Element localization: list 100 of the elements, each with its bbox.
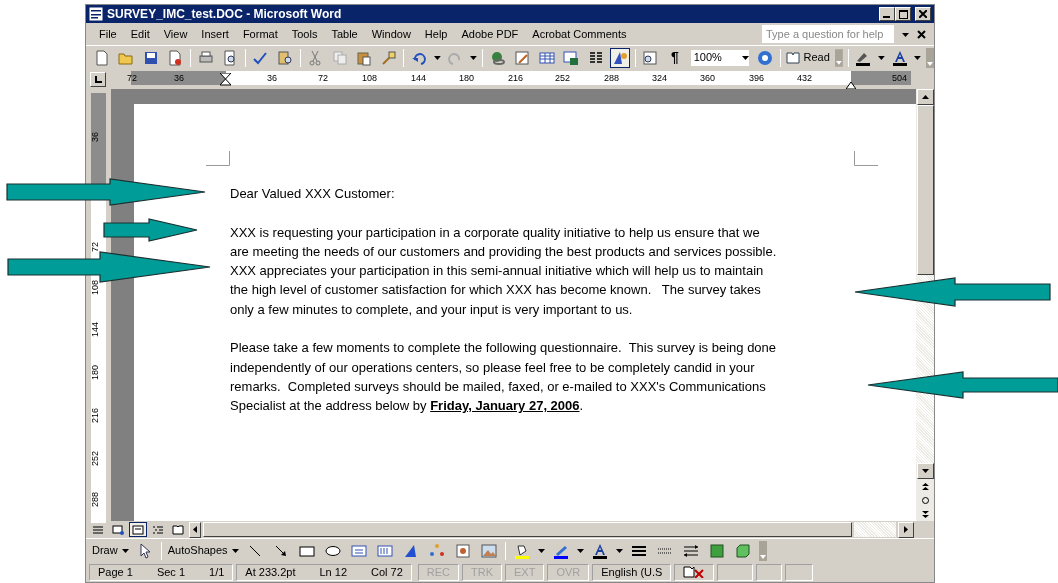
read-button[interactable]: Read	[785, 49, 830, 66]
format-painter-icon[interactable]	[380, 49, 397, 66]
caret-icon[interactable]	[615, 548, 623, 553]
scroll-track[interactable]	[854, 522, 896, 537]
close-icon[interactable]	[917, 29, 926, 39]
print-preview-icon[interactable]	[222, 49, 238, 66]
ruler-number: 396	[749, 72, 765, 85]
caret-icon[interactable]	[914, 55, 922, 60]
menu-item[interactable]: File	[92, 25, 124, 43]
spreadsheet-icon[interactable]	[563, 49, 580, 66]
status-text: Sec 1	[156, 564, 185, 580]
vertical-text-box-icon[interactable]	[376, 542, 393, 559]
ruler-number: 72	[127, 72, 137, 85]
maximize-button[interactable]	[895, 7, 911, 21]
up-arrow-icon	[921, 95, 929, 99]
book-icon	[785, 51, 800, 64]
shadow-style-icon[interactable]	[708, 542, 725, 559]
crop-mark	[206, 151, 230, 166]
ruler-number: 180	[459, 72, 475, 85]
spelling-error-icon	[683, 566, 706, 578]
research-icon[interactable]	[276, 49, 293, 66]
menu-item[interactable]: Table	[324, 25, 365, 43]
ruler-number: 504	[892, 72, 908, 85]
save-icon[interactable]	[142, 49, 159, 66]
menu-item[interactable]: Insert	[194, 25, 236, 43]
normal-view-icon[interactable]	[92, 523, 104, 536]
arrow-style-icon[interactable]	[682, 542, 699, 559]
status-text: Page 1	[98, 564, 133, 580]
ruler-number: 72	[89, 242, 101, 252]
paragraph: Dear Valued XXX Customer:	[230, 185, 396, 203]
help-search-field[interactable]: Type a question for help	[762, 25, 894, 43]
help-icon[interactable]	[756, 49, 773, 66]
ruler-number: 252	[555, 72, 571, 85]
ruler-number: 180	[89, 364, 101, 380]
hyperlink-icon[interactable]	[489, 49, 506, 66]
new-document-icon[interactable]	[93, 49, 110, 66]
document-map-icon[interactable]	[642, 49, 659, 66]
clip-art-icon[interactable]	[454, 542, 471, 559]
previous-page-icon[interactable]	[921, 482, 929, 490]
web-view-icon[interactable]	[112, 523, 124, 536]
close-icon	[919, 10, 927, 18]
caret-icon[interactable]	[433, 55, 441, 60]
3d-style-icon[interactable]	[734, 542, 751, 559]
caret-icon[interactable]	[742, 55, 750, 60]
text-box-icon[interactable]	[350, 542, 367, 559]
menu-item[interactable]: Tools	[284, 25, 325, 43]
paste-icon[interactable]	[356, 49, 373, 66]
columns-icon[interactable]	[587, 49, 604, 66]
reading-view-icon[interactable]	[172, 523, 184, 536]
menu-item[interactable]: Format	[235, 25, 285, 43]
caret-icon[interactable]	[878, 55, 885, 60]
ruler-number: 36	[89, 132, 101, 142]
fill-color-icon[interactable]	[513, 542, 530, 559]
down-arrow-icon	[921, 469, 929, 473]
font-color-icon[interactable]	[891, 49, 908, 66]
scroll-left-button[interactable]	[189, 521, 201, 538]
scroll-right-button[interactable]	[898, 521, 914, 538]
outline-view-icon[interactable]	[152, 523, 164, 536]
minimize-button[interactable]	[879, 7, 895, 21]
scroll-up-button[interactable]	[916, 89, 934, 105]
status-text: 1/1	[209, 564, 225, 580]
caret-icon[interactable]	[470, 55, 477, 60]
show-hide-button[interactable]: ¶	[665, 47, 685, 68]
browse-object-icon[interactable]	[921, 496, 929, 504]
caret-icon[interactable]	[902, 32, 909, 37]
indent-marker-icon[interactable]	[220, 72, 231, 88]
ruler-number: 324	[652, 72, 668, 85]
table-icon[interactable]	[538, 49, 555, 66]
status-panel	[785, 563, 814, 581]
scroll-thumb[interactable]	[203, 522, 852, 537]
crop-mark	[854, 151, 878, 166]
menu-item[interactable]: Acrobat Comments	[525, 25, 634, 43]
ruler-number: 252	[89, 450, 101, 466]
menu-item[interactable]: Help	[417, 25, 455, 43]
autoshapes-menu-button[interactable]: AutoShapes	[167, 542, 239, 559]
close-button[interactable]	[915, 7, 931, 21]
scroll-thumb[interactable]	[916, 105, 934, 275]
zoom-field[interactable]: 100%	[689, 48, 751, 67]
menu-item[interactable]: Window	[364, 25, 418, 43]
caret-icon[interactable]	[537, 548, 545, 553]
menu-item[interactable]: Edit	[123, 25, 157, 43]
left-arrow-icon	[193, 526, 197, 533]
font-color-icon[interactable]	[591, 542, 608, 559]
caret-icon[interactable]	[231, 548, 239, 553]
ruler-number: 360	[700, 72, 716, 85]
maximize-icon	[898, 9, 908, 19]
draw-menu-button[interactable]: Draw	[92, 542, 129, 559]
caret-icon[interactable]	[121, 548, 129, 553]
ruler-number: 72	[318, 72, 328, 85]
scroll-down-button[interactable]	[916, 463, 934, 479]
tables-borders-icon[interactable]	[514, 49, 531, 66]
menu-item[interactable]: Adobe PDF	[454, 25, 526, 43]
tab-selector-button[interactable]	[90, 71, 106, 87]
print-icon[interactable]	[197, 49, 214, 66]
permission-icon[interactable]	[167, 49, 184, 66]
next-page-icon[interactable]	[921, 510, 929, 518]
print-layout-icon[interactable]	[132, 523, 144, 536]
caret-icon[interactable]	[576, 548, 584, 553]
menu-item[interactable]: View	[156, 25, 195, 43]
diagram-icon[interactable]	[428, 542, 445, 559]
